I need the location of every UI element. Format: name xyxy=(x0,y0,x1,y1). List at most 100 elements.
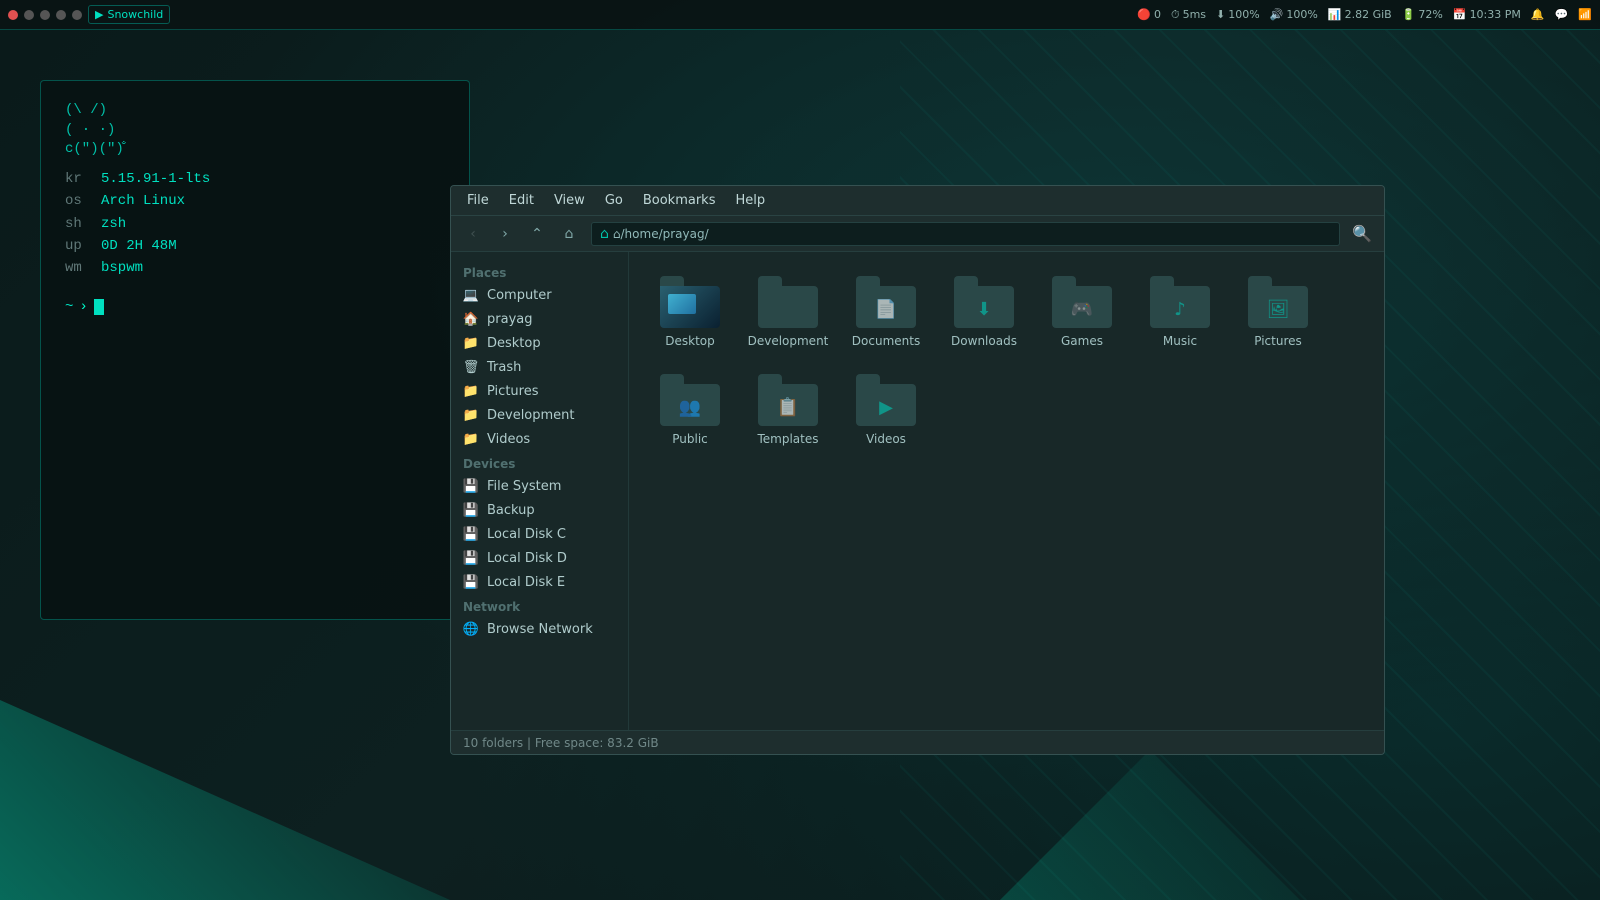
terminal-cursor xyxy=(94,299,104,315)
info-wm: wm bspwm xyxy=(65,257,445,279)
file-manager-window: File Edit View Go Bookmarks Help ‹ › ⌃ ⌂… xyxy=(450,185,1385,755)
sidebar-item-desktop[interactable]: 📁 Desktop xyxy=(451,331,628,355)
search-icon: 🔍 xyxy=(1352,224,1372,243)
ram-icon: 📊 xyxy=(1328,8,1342,21)
ascii-line-2: ( · ·) xyxy=(65,121,445,141)
ascii-art: (\ /) ( · ·) c(")(")̐ xyxy=(65,101,445,160)
info-os: os Arch Linux xyxy=(65,190,445,212)
sidebar-item-computer[interactable]: 💻 Computer xyxy=(451,283,628,307)
sidebar-item-development[interactable]: 📁 Development xyxy=(451,403,628,427)
sidebar-item-diskd[interactable]: 💾 Local Disk D xyxy=(451,546,628,570)
back-icon: ‹ xyxy=(470,226,476,242)
sidebar-item-diske[interactable]: 💾 Local Disk E xyxy=(451,570,628,594)
menu-bar: File Edit View Go Bookmarks Help xyxy=(451,186,1384,216)
back-button[interactable]: ‹ xyxy=(459,221,487,247)
folder-games-label: Games xyxy=(1061,334,1103,350)
address-bar[interactable]: ⌂ ⌂/home/prayag/ xyxy=(591,222,1340,246)
speed-val: 5ms xyxy=(1183,8,1206,21)
forward-icon: › xyxy=(502,226,508,242)
prompt-arrow: › xyxy=(79,296,87,318)
sidebar-item-prayag[interactable]: 🏠 prayag xyxy=(451,307,628,331)
main-area: Places 💻 Computer 🏠 prayag 📁 Desktop 🗑 T… xyxy=(451,252,1384,730)
clock-icon: 📅 xyxy=(1453,8,1467,21)
menu-view[interactable]: View xyxy=(546,191,593,210)
sidebar-label-diskc: Local Disk C xyxy=(487,527,566,542)
stat-speed: ⏱ 5ms xyxy=(1171,8,1206,22)
home-icon: ⌂ xyxy=(565,226,574,242)
forward-button[interactable]: › xyxy=(491,221,519,247)
folder-public[interactable]: 👥 Public xyxy=(645,366,735,456)
folder-development-label: Development xyxy=(748,334,829,350)
up-button[interactable]: ⌃ xyxy=(523,221,551,247)
stat-ram: 📊 2.82 GiB xyxy=(1328,8,1392,21)
menu-go[interactable]: Go xyxy=(597,191,631,210)
games-inner-icon: 🎮 xyxy=(1071,299,1093,320)
stat-notif: 🔔 xyxy=(1531,8,1545,21)
videos-icon: 📁 xyxy=(463,431,479,447)
folder-public-label: Public xyxy=(672,432,708,448)
bell-icon: 🔔 xyxy=(1531,8,1545,21)
folder-downloads-label: Downloads xyxy=(951,334,1017,350)
sidebar-item-pictures[interactable]: 📁 Pictures xyxy=(451,379,628,403)
folder-games-icon: 🎮 xyxy=(1052,276,1112,328)
stat-wifi: 📶 xyxy=(1578,8,1592,21)
sidebar-label-pictures: Pictures xyxy=(487,384,538,399)
sidebar-item-backup[interactable]: 💾 Backup xyxy=(451,498,628,522)
sidebar-item-browse-network[interactable]: 🌐 Browse Network xyxy=(451,617,628,641)
folder-videos[interactable]: ▶ Videos xyxy=(841,366,931,456)
folder-pictures[interactable]: 🖼 Pictures xyxy=(1233,268,1323,358)
sidebar-label-filesystem: File System xyxy=(487,479,561,494)
sidebar-label-browse-network: Browse Network xyxy=(487,622,593,637)
tasks-icon: 🔴 xyxy=(1137,8,1151,21)
sidebar-item-diskc[interactable]: 💾 Local Disk C xyxy=(451,522,628,546)
search-button[interactable]: 🔍 xyxy=(1348,221,1376,247)
sidebar-item-trash[interactable]: 🗑 Trash xyxy=(451,355,628,379)
dev-icon: 📁 xyxy=(463,407,479,423)
dl-icon: ⬇ xyxy=(1216,8,1225,21)
sidebar-item-videos[interactable]: 📁 Videos xyxy=(451,427,628,451)
file-grid: Desktop Development 📄 xyxy=(629,252,1384,730)
folder-templates-icon: 📋 xyxy=(758,374,818,426)
diskd-icon: 💾 xyxy=(463,550,479,566)
folder-development[interactable]: Development xyxy=(743,268,833,358)
folder-music[interactable]: ♪ Music xyxy=(1135,268,1225,358)
sidebar: Places 💻 Computer 🏠 prayag 📁 Desktop 🗑 T… xyxy=(451,252,629,730)
dot-4 xyxy=(72,10,82,20)
diske-icon: 💾 xyxy=(463,574,479,590)
folder-templates[interactable]: 📋 Templates xyxy=(743,366,833,456)
active-app-btn[interactable]: ▶ Snowchild xyxy=(88,5,170,24)
terminal-window: (\ /) ( · ·) c(")(")̐ kr 5.15.91-1-lts o… xyxy=(40,80,470,620)
vol-icon: 🔊 xyxy=(1270,8,1284,21)
home-folder-icon: 🏠 xyxy=(463,311,479,327)
folder-downloads[interactable]: ⬇ Downloads xyxy=(939,268,1029,358)
public-inner-icon: 👥 xyxy=(679,397,701,418)
terminal-info: kr 5.15.91-1-lts os Arch Linux sh zsh up… xyxy=(65,168,445,280)
vol-val: 100% xyxy=(1286,8,1317,21)
home-button[interactable]: ⌂ xyxy=(555,221,583,247)
sidebar-label-diske: Local Disk E xyxy=(487,575,565,590)
network-icon: 🌐 xyxy=(463,621,479,637)
folder-documents[interactable]: 📄 Documents xyxy=(841,268,931,358)
folder-games[interactable]: 🎮 Games xyxy=(1037,268,1127,358)
folder-public-icon: 👥 xyxy=(660,374,720,426)
folder-development-icon xyxy=(758,276,818,328)
active-app-label: Snowchild xyxy=(107,8,163,21)
menu-bookmarks[interactable]: Bookmarks xyxy=(635,191,724,210)
menu-file[interactable]: File xyxy=(459,191,497,210)
time-val: 10:33 PM xyxy=(1470,8,1521,21)
sidebar-label-computer: Computer xyxy=(487,288,552,303)
menu-help[interactable]: Help xyxy=(727,191,773,210)
taskbar: ▶ Snowchild 🔴 0 ⏱ 5ms ⬇ 100% 🔊 100% 📊 2.… xyxy=(0,0,1600,30)
sidebar-label-videos: Videos xyxy=(487,432,530,447)
folder-desktop[interactable]: Desktop xyxy=(645,268,735,358)
wifi-icon: 📶 xyxy=(1578,8,1592,21)
sidebar-item-filesystem[interactable]: 💾 File System xyxy=(451,474,628,498)
menu-edit[interactable]: Edit xyxy=(501,191,542,210)
battery-val: 72% xyxy=(1418,8,1442,21)
status-text: 10 folders | Free space: 83.2 GiB xyxy=(463,736,659,750)
folder-music-icon: ♪ xyxy=(1150,276,1210,328)
backup-icon: 💾 xyxy=(463,502,479,518)
computer-icon: 💻 xyxy=(463,287,479,303)
speed-icon: ⏱ xyxy=(1171,8,1180,22)
filesystem-icon: 💾 xyxy=(463,478,479,494)
